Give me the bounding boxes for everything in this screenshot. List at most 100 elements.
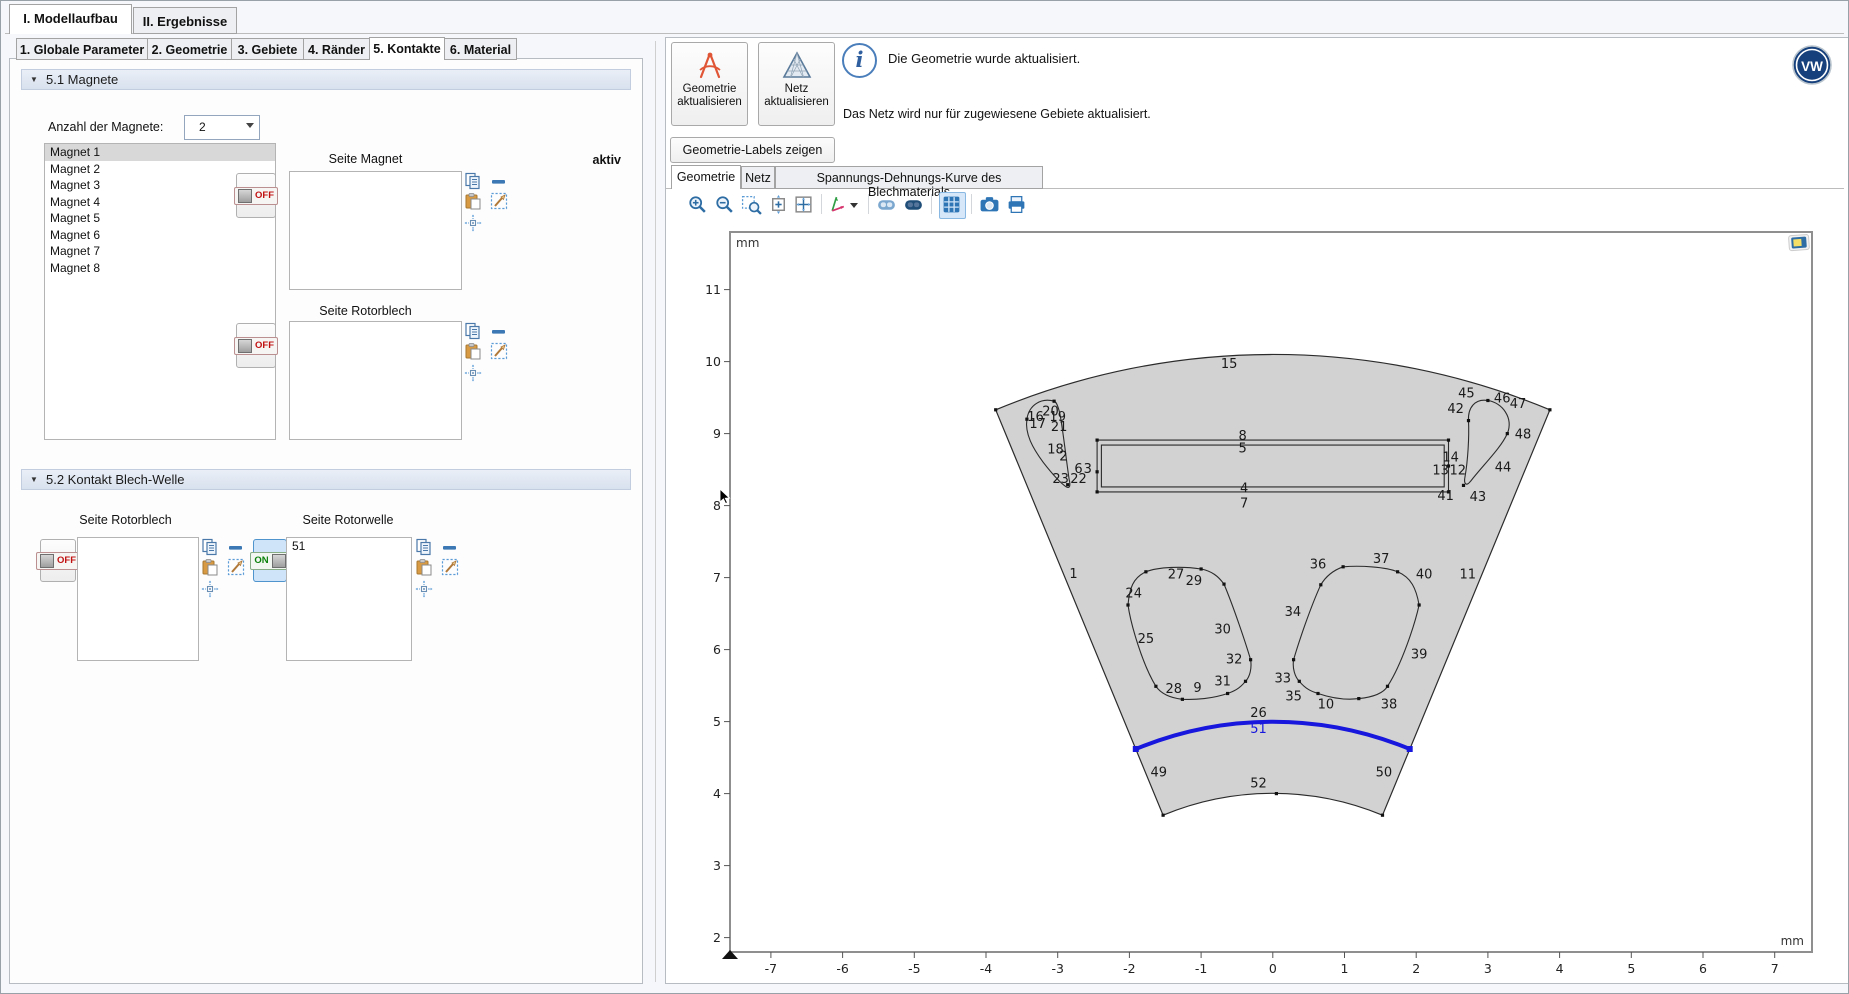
zoom-to-selection-icon[interactable] [201, 580, 219, 598]
vw-logo: VW [1792, 45, 1832, 85]
copy-icon[interactable] [201, 538, 219, 556]
geometrie-aktualisieren-button[interactable]: Geometrie aktualisieren [671, 42, 748, 126]
remove-icon[interactable] [490, 173, 508, 191]
edge-label-45: 45 [1458, 386, 1475, 401]
clear-selection-icon[interactable] [490, 342, 508, 360]
paste-icon[interactable] [201, 558, 219, 576]
panel-splitter[interactable] [655, 41, 656, 982]
edge-label-9: 9 [1193, 681, 1201, 696]
edge-label-27: 27 [1168, 568, 1185, 583]
x-tick-label: 4 [1556, 961, 1564, 976]
remove-icon[interactable] [490, 323, 508, 341]
zoom-to-selection-icon[interactable] [415, 580, 433, 598]
geometry-plot[interactable]: 1234567891011121314151617181920212223242… [692, 223, 1826, 979]
zoom-box-icon[interactable] [741, 194, 762, 215]
sub-tab-5-kontakte[interactable]: 5. Kontakte [369, 37, 445, 60]
vertex-marker [1396, 570, 1399, 573]
magnet-list-item[interactable]: Magnet 8 [45, 260, 275, 277]
seite-rotorblech-box[interactable] [289, 321, 462, 440]
remove-icon[interactable] [227, 539, 245, 557]
paste-icon[interactable] [464, 192, 482, 210]
zoom-selected-icon[interactable] [768, 194, 789, 215]
tab-modellaufbau[interactable]: I. Modellaufbau [9, 4, 132, 34]
zoom-to-selection-icon[interactable] [464, 214, 482, 232]
toggle-off-label: OFF [255, 340, 274, 351]
section-5-2-title: 5.2 Kontakt Blech-Welle [46, 472, 185, 487]
toggle-off-label: OFF [57, 555, 76, 566]
y-tick-label: 2 [713, 930, 721, 945]
x-tick-label: 6 [1699, 961, 1707, 976]
y-tick-label: 4 [713, 786, 721, 801]
edge-label-29: 29 [1186, 574, 1203, 589]
plot-settings-icon[interactable] [1788, 234, 1809, 250]
zoom-out-icon[interactable] [714, 194, 735, 215]
edge-label-20: 20 [1042, 404, 1059, 419]
view-tab-geometrie-label: Geometrie [677, 170, 735, 184]
y-tick-label: 11 [705, 282, 721, 297]
netz-aktualisieren-button[interactable]: Netz aktualisieren [758, 42, 835, 126]
vertex-marker [1096, 490, 1099, 493]
view-tab-geometrie[interactable]: Geometrie [671, 165, 741, 189]
anzahl-magnete-select[interactable]: 2 [184, 115, 260, 140]
section-5-1-title: 5.1 Magnete [46, 72, 118, 87]
paste-icon[interactable] [464, 342, 482, 360]
view-tab-spannungs-dehnungs-kurve[interactable]: Spannungs-Dehnungs-Kurve des Blechmateri… [775, 166, 1043, 189]
grid-toggle-icon[interactable] [941, 194, 962, 215]
scene-light-icon[interactable] [876, 194, 897, 215]
axes-orientation-icon[interactable] [827, 194, 848, 215]
magnet-list-item[interactable]: Magnet 6 [45, 227, 275, 244]
edge-label-14: 14 [1442, 450, 1459, 465]
x-tick-label: -6 [836, 961, 849, 976]
magnet-list-item[interactable]: Magnet 1 [45, 144, 275, 161]
seite-magnet-box[interactable] [289, 171, 462, 290]
x-tick-label: 5 [1627, 961, 1635, 976]
zoom-to-selection-icon[interactable] [464, 364, 482, 382]
copy-icon[interactable] [464, 322, 482, 340]
edge-label-51: 51 [1250, 722, 1267, 737]
seite-magnet-toggle[interactable]: OFF [236, 173, 276, 218]
view-tab-netz[interactable]: Netz [741, 166, 775, 189]
edge-label-43: 43 [1470, 490, 1487, 505]
edge-label-25: 25 [1138, 632, 1155, 647]
copy-icon[interactable] [415, 538, 433, 556]
kontakt-rotorwelle-toggle[interactable]: ON [253, 539, 287, 582]
camera-snapshot-icon[interactable] [979, 194, 1000, 215]
vertex-marker [1342, 565, 1345, 568]
vertex-marker [1096, 439, 1099, 442]
tab-ergebnisse[interactable]: II. Ergebnisse [133, 7, 237, 34]
remove-icon[interactable] [441, 539, 459, 557]
clear-selection-icon[interactable] [227, 558, 245, 576]
sub-tab-6-material[interactable]: 6. Material [444, 38, 517, 60]
clear-selection-icon[interactable] [441, 558, 459, 576]
tab-ergebnisse-label: II. Ergebnisse [143, 14, 228, 29]
zoom-in-icon[interactable] [687, 194, 708, 215]
zoom-extents-icon[interactable] [793, 194, 814, 215]
sub-tab-4-ränder[interactable]: 4. Ränder [303, 38, 370, 60]
kontakt-rotorblech-toggle[interactable]: OFF [40, 539, 76, 582]
rotorwelle-item-51[interactable]: 51 [287, 538, 411, 555]
section-5-1-header[interactable]: ▼5.1 Magnete [21, 69, 631, 90]
clear-selection-icon[interactable] [490, 192, 508, 210]
y-axis-unit-label: mm [736, 236, 759, 250]
magnet-list-item[interactable]: Magnet 7 [45, 243, 275, 260]
vertex-marker [1418, 603, 1421, 606]
sub-tab-1-globale-parameter[interactable]: 1. Globale Parameter [16, 38, 148, 60]
seite-rotorblech-toggle[interactable]: OFF [236, 323, 276, 368]
scene-dark-icon[interactable] [903, 194, 924, 215]
copy-icon[interactable] [464, 172, 482, 190]
geometrie-labels-zeigen-button[interactable]: Geometrie-Labels zeigen [670, 137, 835, 163]
x-tick-label: 3 [1484, 961, 1492, 976]
axes-dropdown-caret-icon[interactable] [849, 200, 859, 210]
sub-tab-3-gebiete[interactable]: 3. Gebiete [231, 38, 304, 60]
view-tab-netz-label: Netz [745, 171, 771, 185]
seite-magnet-title: Seite Magnet [280, 152, 451, 166]
print-icon[interactable] [1006, 194, 1027, 215]
edge-label-15: 15 [1221, 357, 1238, 372]
paste-icon[interactable] [415, 558, 433, 576]
section-5-2-header[interactable]: ▼5.2 Kontakt Blech-Welle [21, 469, 631, 490]
vertex-marker [1316, 692, 1319, 695]
vertex-marker [1126, 603, 1129, 606]
kontakt-rotorwelle-box[interactable]: 51 [286, 537, 412, 661]
kontakt-rotorblech-box[interactable] [77, 537, 199, 661]
sub-tab-2-geometrie[interactable]: 2. Geometrie [147, 38, 232, 60]
